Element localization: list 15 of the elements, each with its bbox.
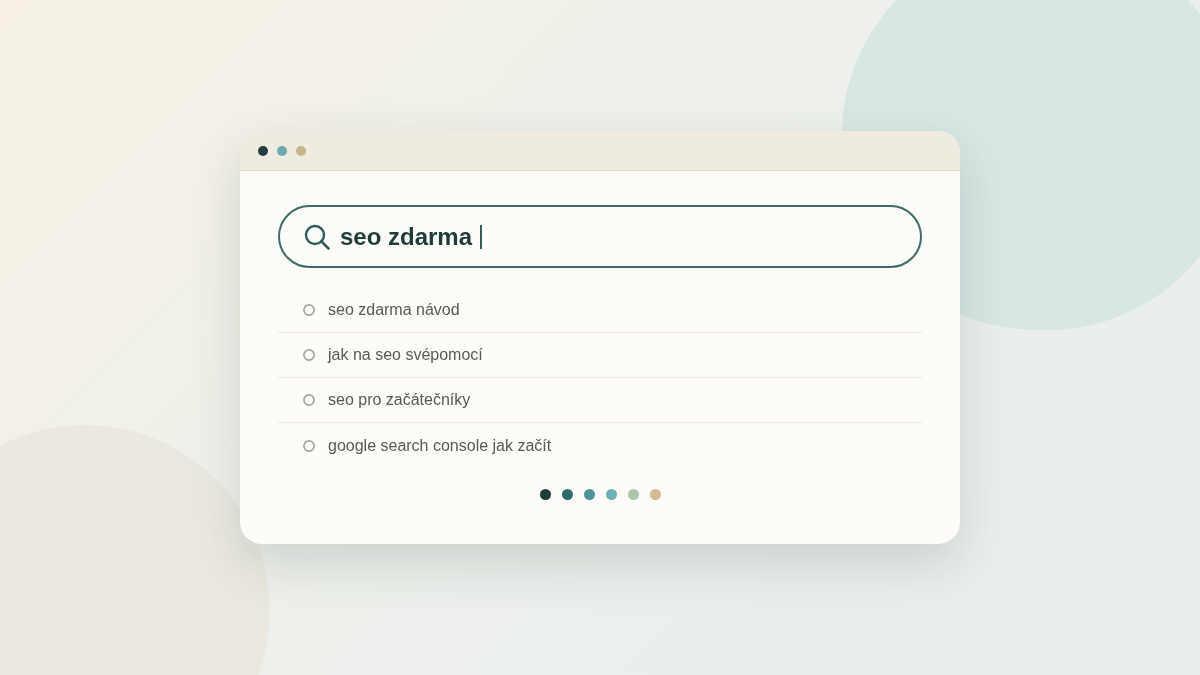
suggestion-item[interactable]: google search console jak začít (278, 423, 922, 468)
suggestion-text: jak na seo svépomocí (328, 345, 483, 365)
search-query: seo zdarma (340, 224, 473, 249)
circle-icon (303, 304, 315, 316)
circle-icon (303, 349, 315, 361)
suggestion-text: seo pro začátečníky (328, 390, 471, 410)
suggestion-item[interactable]: seo pro začátečníky (278, 378, 922, 423)
suggestion-text: google search console jak začít (328, 435, 552, 456)
suggestion-item[interactable]: jak na seo svépomocí (278, 333, 922, 378)
suggestion-text: seo zdarma návod (328, 300, 460, 320)
search-icon (304, 223, 330, 250)
search-field[interactable]: seo zdarma (278, 205, 922, 268)
circle-icon (303, 439, 315, 452)
suggestion-item[interactable]: seo zdarma návod (278, 288, 922, 333)
circle-icon (303, 394, 315, 406)
